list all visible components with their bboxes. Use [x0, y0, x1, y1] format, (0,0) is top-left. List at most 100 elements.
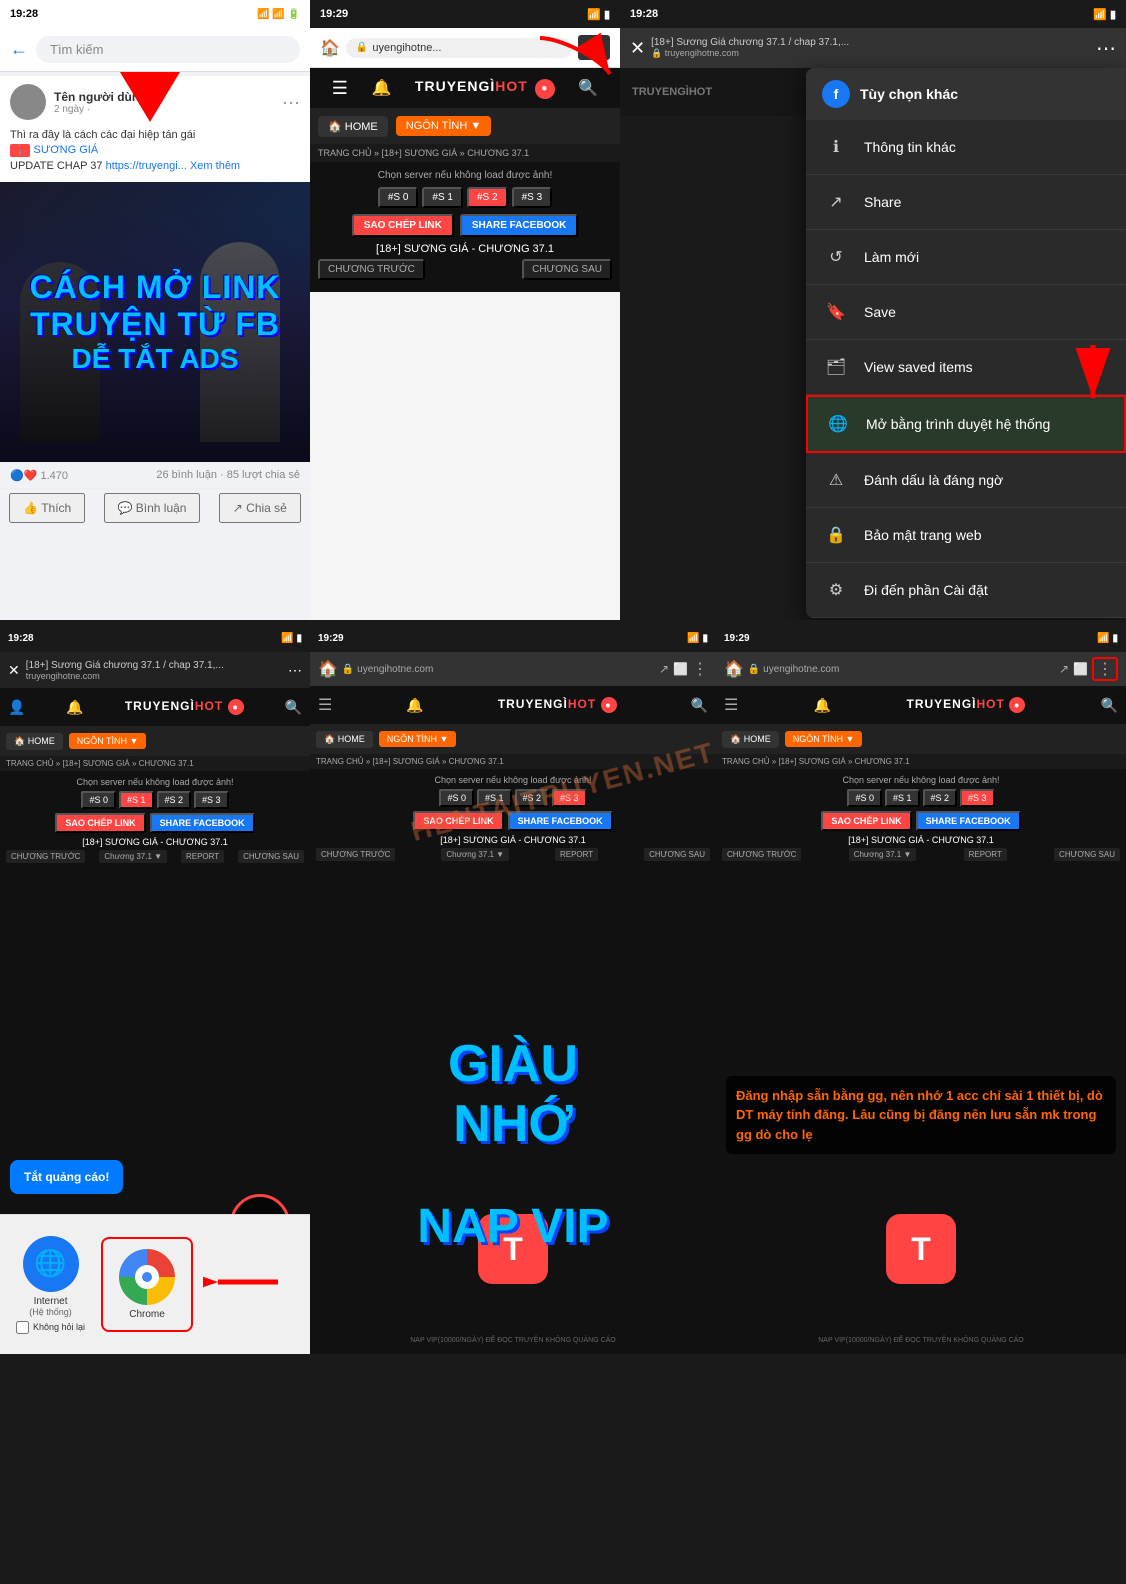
bot2-url[interactable]: 🔒 uyengihotne.com: [342, 664, 655, 675]
bot2-nap-vip-small: NAP VIP(10000/NGÀY) ĐỂ ĐỌC TRUYỆN KHÔNG …: [310, 1337, 716, 1344]
site-menu-bar: 🏠 HOME NGÔN TÌNH ▼: [310, 108, 620, 144]
post-text: Thì ra đây là cách các đại hiệp tán gái …: [0, 128, 310, 182]
dont-ask-checkbox[interactable]: Không hỏi lại: [16, 1321, 85, 1334]
bot1-s1[interactable]: #S 1: [119, 791, 154, 809]
next-chapter-btn[interactable]: CHƯƠNG SAU: [522, 259, 612, 280]
bot3-s1[interactable]: #S 1: [885, 789, 920, 807]
bottom-app-icons: 🌐 Internet (Hệ thống) Không hỏi lại Chro…: [0, 1214, 310, 1354]
dropdown-item-share[interactable]: ↗ Share: [806, 175, 1126, 230]
nav-buttons: CHƯƠNG TRƯỚC CHƯƠNG SAU: [318, 259, 612, 280]
bot2-share-icon[interactable]: ↗: [659, 662, 669, 676]
bot2-addr-bar: 🏠 🔒 uyengihotne.com ↗ ⬜ ⋮: [310, 652, 716, 686]
bot3-server-btns: #S 0 #S 1 #S 2 #S 3: [722, 789, 1120, 807]
chrome-app-icon[interactable]: Chrome: [103, 1239, 191, 1330]
bot3-s0[interactable]: #S 0: [847, 789, 882, 807]
panel-bot3: 19:29 📶 ▮ 🏠 🔒 uyengihotne.com ↗ ⬜ ⋮ ☰ 🔔 …: [716, 624, 1126, 1354]
internet-app-icon[interactable]: 🌐 Internet (Hệ thống) Không hỏi lại: [0, 1226, 101, 1344]
comment-button[interactable]: 💬 Bình luận: [104, 493, 201, 523]
bot3-site: ☰ 🔔 TRUYENGÌHOT ● 🔍 🏠 HOME NGÔN TÌNH ▼ T…: [716, 686, 1126, 870]
bot1-search-icon[interactable]: 🔍: [285, 699, 302, 716]
bell-icon[interactable]: 🔔: [371, 78, 391, 98]
bot1-dots-icon[interactable]: ⋯: [288, 662, 302, 679]
prev-chapter-btn[interactable]: CHƯƠNG TRƯỚC: [318, 259, 425, 280]
bot2-site: ☰ 🔔 TRUYENGÌHOT ● 🔍 🏠 HOME NGÔN TÌNH ▼ T…: [310, 686, 716, 870]
dropdown-item-save[interactable]: 🔖 Save: [806, 285, 1126, 340]
view-saved-icon: 🗂: [822, 353, 850, 381]
manga-title-overlay: CÁCH MỞ LINK TRUYỆN TỪ FB DỄ TẮT ADS: [30, 269, 281, 375]
bot2-s3[interactable]: #S 3: [552, 789, 587, 807]
bot3-tab-icon[interactable]: ⬜: [1073, 662, 1088, 676]
flag-icon: ⚠: [822, 466, 850, 494]
signal-2: 📶 ▮: [587, 8, 610, 21]
fb-logo-icon: f: [822, 80, 850, 108]
bot2-share-btn[interactable]: SHARE FACEBOOK: [508, 811, 613, 831]
bot1-user-icon[interactable]: 👤: [8, 699, 25, 716]
like-button[interactable]: 👍 Thích: [9, 493, 85, 523]
ngon-tinh-btn[interactable]: NGÔN TÌNH ▼: [396, 116, 491, 136]
dropdown-item-bao-mat[interactable]: 🔒 Bảo mật trang web: [806, 508, 1126, 563]
dropdown-item-cai-dat[interactable]: ⚙ Đi đến phần Cài đặt: [806, 563, 1126, 618]
bot2-home-btn[interactable]: 🏠 HOME: [316, 731, 373, 748]
bot2-home-icon[interactable]: 🏠: [318, 659, 338, 679]
bot2-s2[interactable]: #S 2: [515, 789, 550, 807]
hamburger-icon[interactable]: ☰: [332, 78, 348, 99]
bot3-s2[interactable]: #S 2: [923, 789, 958, 807]
bot1-s0[interactable]: #S 0: [81, 791, 116, 809]
server-3-btn[interactable]: #S 3: [512, 187, 553, 208]
bot3-share-btn[interactable]: SHARE FACEBOOK: [916, 811, 1021, 831]
post-tag: 📍: [10, 144, 30, 157]
server-1-btn[interactable]: #S 1: [422, 187, 463, 208]
checkbox-input[interactable]: [16, 1321, 29, 1334]
manga-image: CÁCH MỞ LINK TRUYỆN TỪ FB DỄ TẮT ADS: [0, 182, 310, 462]
bot2-dots-icon[interactable]: ⋮: [692, 659, 708, 679]
bot2-ngon-btn[interactable]: NGÔN TÌNH ▼: [379, 731, 457, 747]
server-2-btn[interactable]: #S 2: [467, 187, 508, 208]
bot2-copy-btn[interactable]: SAO CHÉP LINK: [413, 811, 503, 831]
bot2-s1[interactable]: #S 1: [477, 789, 512, 807]
bot3-share-icon[interactable]: ↗: [1059, 662, 1069, 676]
share-facebook-btn[interactable]: SHARE FACEBOOK: [460, 214, 578, 237]
bot1-share-btn[interactable]: SHARE FACEBOOK: [150, 813, 255, 833]
post-options-icon[interactable]: ···: [282, 92, 300, 113]
search-bar: ← Tìm kiếm: [0, 28, 310, 72]
bot1-s3[interactable]: #S 3: [194, 791, 229, 809]
tat-qc-popup[interactable]: Tắt quảng cáo!: [10, 1160, 123, 1194]
bot2-s0[interactable]: #S 0: [439, 789, 474, 807]
bot3-bell-icon[interactable]: 🔔: [814, 697, 831, 714]
copy-link-btn[interactable]: SAO CHÉP LINK: [352, 214, 454, 237]
bot3-ham-icon[interactable]: ☰: [724, 695, 738, 715]
breadcrumb: TRANG CHỦ » [18+] SƯƠNG GIÁ » CHƯƠNG 37.…: [310, 144, 620, 162]
bot3-dots-icon[interactable]: ⋮: [1092, 657, 1118, 681]
bot3-nav: ☰ 🔔 TRUYENGÌHOT ● 🔍: [716, 686, 1126, 724]
home-menu-btn[interactable]: 🏠 HOME: [318, 116, 388, 137]
bot3-menu-bar: 🏠 HOME NGÔN TÌNH ▼: [716, 724, 1126, 754]
search-input[interactable]: Tìm kiếm: [36, 36, 300, 63]
bot1-status: 19:28 📶 ▮: [0, 624, 310, 652]
bot1-s2[interactable]: #S 2: [157, 791, 192, 809]
bot3-ngon-btn[interactable]: NGÔN TÌNH ▼: [785, 731, 863, 747]
dropdown-item-lam-moi[interactable]: ↺ Làm mới: [806, 230, 1126, 285]
server-0-btn[interactable]: #S 0: [378, 187, 419, 208]
bot3-s3[interactable]: #S 3: [960, 789, 995, 807]
bot3-copy-btn[interactable]: SAO CHÉP LINK: [821, 811, 911, 831]
bot3-url[interactable]: 🔒 uyengihotne.com: [748, 664, 1055, 675]
bot1-home-btn[interactable]: 🏠 HOME: [6, 733, 63, 750]
share-button[interactable]: ↗ Chia sẻ: [219, 493, 301, 523]
home-icon[interactable]: 🏠: [320, 38, 340, 58]
close-icon[interactable]: ✕: [630, 38, 645, 59]
menu-dots-icon[interactable]: ⋯: [1096, 36, 1116, 61]
bot1-close-icon[interactable]: ✕: [8, 662, 20, 679]
bot1-ngon-btn[interactable]: NGÔN TÌNH ▼: [69, 733, 147, 749]
bot1-copy-btn[interactable]: SAO CHÉP LINK: [55, 813, 145, 833]
bot2-tab-icon[interactable]: ⬜: [673, 662, 688, 676]
bot2-bell-icon[interactable]: 🔔: [406, 697, 423, 714]
dropdown-item-danh-dau[interactable]: ⚠ Đánh dấu là đáng ngờ: [806, 453, 1126, 508]
bot1-bell-icon[interactable]: 🔔: [66, 699, 83, 716]
bot3-home-icon[interactable]: 🏠: [724, 659, 744, 679]
bot3-search-icon[interactable]: 🔍: [1101, 697, 1118, 714]
back-arrow-icon[interactable]: ←: [10, 39, 28, 60]
bot2-ham-icon[interactable]: ☰: [318, 695, 332, 715]
bot2-search-icon[interactable]: 🔍: [691, 697, 708, 714]
bot3-home-btn[interactable]: 🏠 HOME: [722, 731, 779, 748]
dropdown-item-thong-tin[interactable]: ℹ Thông tin khác: [806, 120, 1126, 175]
